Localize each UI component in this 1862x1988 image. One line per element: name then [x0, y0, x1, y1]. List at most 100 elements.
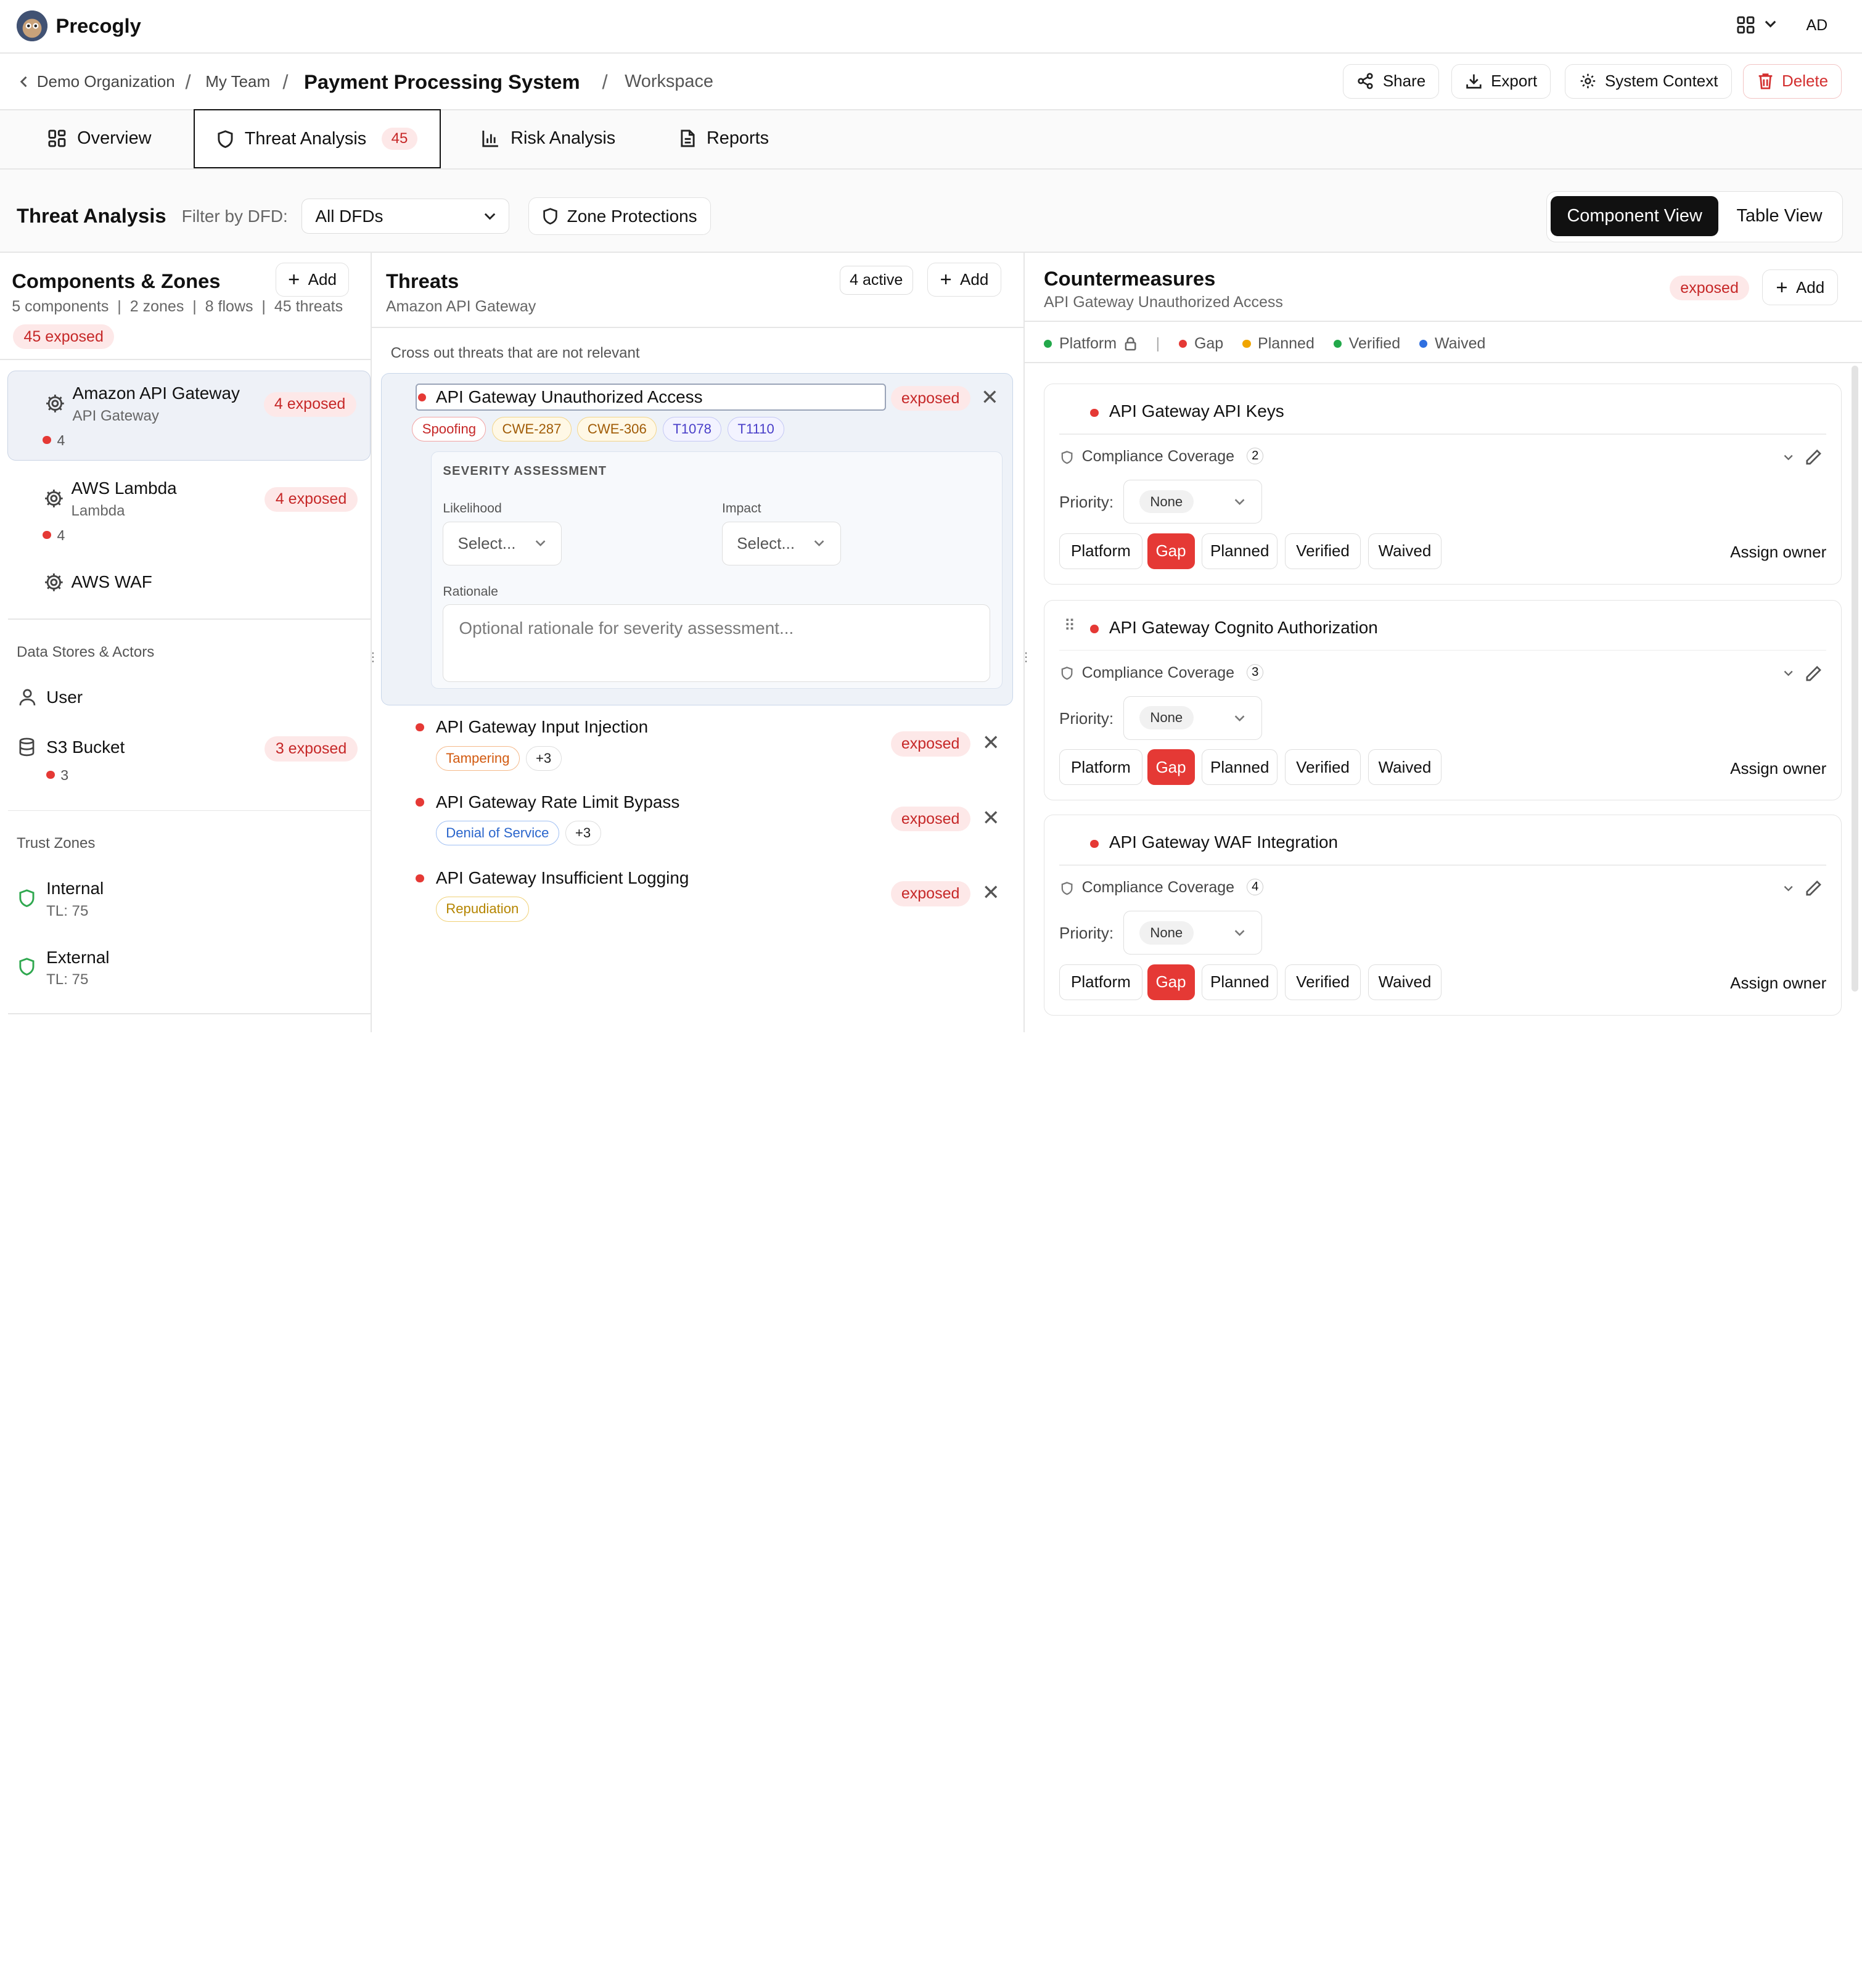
assign-owner-button[interactable]: Assign owner	[1730, 974, 1826, 993]
threat-title: API Gateway Unauthorized Access	[435, 387, 703, 406]
tab-overview[interactable]: Overview	[47, 128, 152, 149]
likelihood-select[interactable]: Select...	[443, 521, 562, 565]
close-icon[interactable]: ✕	[982, 882, 1000, 904]
add-threat-button[interactable]: + Add	[927, 262, 1001, 297]
dfd-filter-select[interactable]: All DFDs	[301, 198, 510, 234]
component-name[interactable]: AWS WAF	[72, 572, 152, 592]
total-exposed-badge: 45 exposed	[13, 324, 115, 350]
component-type: Lambda	[71, 502, 125, 519]
state-platform-button[interactable]: Platform	[1059, 533, 1142, 569]
threat-title[interactable]: API Gateway Rate Limit Bypass	[436, 792, 680, 812]
state-verified-button[interactable]: Verified	[1284, 533, 1361, 569]
pencil-icon[interactable]	[1804, 879, 1823, 898]
state-gap-button[interactable]: Gap	[1147, 749, 1195, 786]
scrollbar-thumb[interactable]	[1851, 366, 1859, 992]
rationale-textarea[interactable]: Optional rationale for severity assessme…	[443, 604, 991, 682]
chevron-down-icon[interactable]	[1782, 668, 1794, 678]
app-name: Precogly	[55, 14, 141, 38]
pencil-icon[interactable]	[1804, 448, 1823, 467]
threats-panel-title: Threats	[385, 269, 459, 293]
state-waived-button[interactable]: Waived	[1368, 964, 1442, 1000]
threat-title[interactable]: API Gateway Insufficient Logging	[436, 868, 689, 888]
chevron-down-icon[interactable]	[1782, 453, 1794, 462]
shield-icon	[18, 957, 36, 976]
breadcrumb-org[interactable]: Demo Organization	[37, 72, 175, 91]
user-avatar[interactable]: AD	[1806, 17, 1827, 35]
priority-select[interactable]: None	[1123, 696, 1263, 740]
store-name[interactable]: User	[46, 688, 83, 707]
share-button[interactable]: Share	[1343, 64, 1440, 99]
threat-dot	[416, 874, 424, 882]
priority-select[interactable]: None	[1123, 480, 1263, 524]
component-name[interactable]: AWS Lambda	[72, 479, 177, 498]
impact-value: Select...	[737, 533, 795, 552]
chevron-down-icon[interactable]	[1782, 884, 1794, 893]
state-gap-button[interactable]: Gap	[1147, 964, 1195, 1000]
state-verified-button[interactable]: Verified	[1284, 749, 1361, 786]
tag-more[interactable]: +3	[525, 746, 562, 771]
table-view-button[interactable]: Table View	[1723, 196, 1836, 236]
resize-handle-icon[interactable]: ⋮	[1020, 650, 1031, 665]
resize-handle-icon[interactable]: ⋮	[367, 650, 379, 665]
tab-threat-analysis-label: Threat Analysis	[244, 128, 367, 149]
chevron-left-icon[interactable]	[18, 75, 30, 89]
threat-dot	[46, 770, 55, 779]
compliance-coverage-label[interactable]: Compliance Coverage	[1082, 448, 1235, 466]
state-gap-button[interactable]: Gap	[1147, 533, 1195, 569]
chevron-down-icon[interactable]	[1763, 18, 1778, 30]
priority-select[interactable]: None	[1123, 911, 1263, 955]
close-icon[interactable]: ✕	[981, 387, 999, 409]
add-countermeasure-button[interactable]: + Add	[1762, 269, 1839, 305]
add-component-button[interactable]: + Add	[275, 262, 350, 297]
state-planned-button[interactable]: Planned	[1202, 533, 1278, 569]
assign-owner-button[interactable]: Assign owner	[1730, 759, 1826, 778]
apps-grid-icon[interactable]	[1736, 15, 1755, 35]
state-waived-button[interactable]: Waived	[1368, 533, 1442, 569]
tab-risk-analysis[interactable]: Risk Analysis	[481, 128, 615, 149]
impact-select[interactable]: Select...	[722, 521, 841, 565]
close-icon[interactable]: ✕	[982, 807, 1000, 829]
state-verified-button[interactable]: Verified	[1284, 964, 1361, 1000]
zone-protections-button[interactable]: Zone Protections	[528, 197, 711, 236]
tag-attack: T1078	[662, 417, 722, 442]
zone-protections-label: Zone Protections	[567, 206, 697, 226]
assign-owner-button[interactable]: Assign owner	[1730, 543, 1826, 562]
stat-components: 5 components	[12, 298, 109, 316]
lock-icon	[1124, 337, 1137, 351]
state-waived-button[interactable]: Waived	[1368, 749, 1442, 786]
chevron-down-icon	[483, 210, 497, 222]
threat-dot	[43, 435, 51, 445]
compliance-coverage-label[interactable]: Compliance Coverage	[1082, 664, 1235, 682]
threat-tags: Repudiation	[435, 897, 529, 922]
tag-cwe: CWE-306	[577, 417, 657, 442]
tag-stride: Repudiation	[435, 897, 529, 922]
system-context-button[interactable]: System Context	[1565, 64, 1732, 99]
state-planned-button[interactable]: Planned	[1202, 749, 1278, 786]
legend-gap: Gap	[1194, 335, 1224, 353]
drag-handle-icon[interactable]: ⠿	[1064, 617, 1075, 635]
store-name[interactable]: S3 Bucket	[46, 737, 125, 757]
state-platform-button[interactable]: Platform	[1059, 964, 1142, 1000]
state-planned-button[interactable]: Planned	[1202, 964, 1278, 1000]
tab-reports[interactable]: Reports	[679, 128, 769, 149]
threat-count-badge: 45	[382, 128, 417, 150]
zone-name[interactable]: Internal	[46, 879, 104, 898]
tag-more[interactable]: +3	[565, 820, 601, 846]
threat-status-badge: exposed	[890, 731, 970, 757]
threat-title[interactable]: API Gateway Input Injection	[436, 717, 648, 737]
coverage-count: 3	[1247, 663, 1264, 681]
pencil-icon[interactable]	[1804, 664, 1823, 683]
tab-threat-analysis[interactable]: Threat Analysis 45	[193, 109, 441, 169]
delete-button[interactable]: Delete	[1743, 64, 1842, 99]
component-view-button[interactable]: Component View	[1551, 195, 1718, 237]
compliance-coverage-label[interactable]: Compliance Coverage	[1082, 879, 1235, 897]
breadcrumb-system[interactable]: Payment Processing System	[304, 70, 580, 94]
close-icon[interactable]: ✕	[982, 733, 1000, 754]
export-button[interactable]: Export	[1451, 64, 1551, 99]
zone-tl: TL: 75	[46, 902, 89, 919]
zone-name[interactable]: External	[46, 948, 109, 967]
impact-label: Impact	[722, 501, 761, 515]
database-icon	[18, 737, 36, 757]
breadcrumb-team[interactable]: My Team	[205, 72, 270, 91]
state-platform-button[interactable]: Platform	[1059, 749, 1142, 786]
